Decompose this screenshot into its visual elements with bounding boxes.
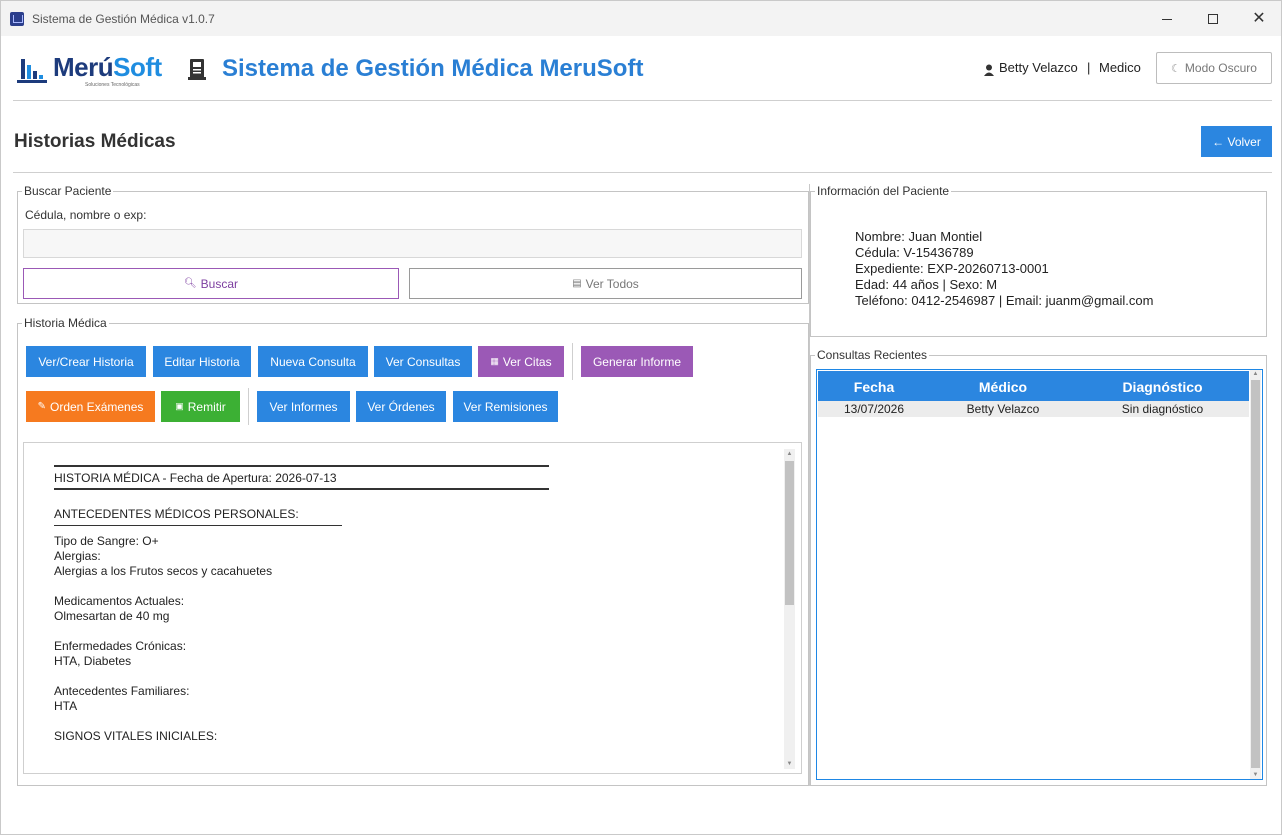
view-consultations-button[interactable]: Ver Consultas: [374, 346, 472, 377]
dark-mode-label: Modo Oscuro: [1184, 61, 1257, 75]
history-text: HISTORIA MÉDICA - Fecha de Apertura: 202…: [54, 463, 754, 744]
patient-age-sex: Edad: 44 años | Sexo: M: [855, 277, 998, 292]
table-scrollbar[interactable]: ▲ ▼: [1250, 370, 1261, 779]
page-title: Historias Médicas: [14, 131, 176, 152]
list-icon: ▤: [572, 278, 582, 289]
dark-mode-button[interactable]: ☾ Modo Oscuro: [1156, 52, 1272, 84]
medications-value: Olmesartan de 40 mg: [54, 609, 170, 623]
calendar-icon: ▦: [490, 356, 499, 366]
title-divider: [13, 172, 1272, 173]
consultations-table: Fecha Médico Diagnóstico 13/07/2026 Bett…: [816, 369, 1263, 780]
double-rule: [54, 488, 549, 490]
history-text-area[interactable]: HISTORIA MÉDICA - Fecha de Apertura: 202…: [23, 442, 802, 774]
history-group-label: Historia Médica: [22, 316, 109, 330]
user-icon: [984, 64, 994, 76]
patient-info: Nombre: Juan Montiel Cédula: V-15436789 …: [855, 229, 1153, 309]
order-exams-label: Orden Exámenes: [50, 399, 144, 414]
user-role: Medico: [1099, 60, 1141, 75]
search-group-label: Buscar Paciente: [22, 184, 114, 198]
moon-icon: ☾: [1171, 62, 1181, 75]
table-scroll-thumb[interactable]: [1251, 380, 1260, 768]
blood-type: Tipo de Sangre: O+: [54, 534, 159, 548]
order-exams-button[interactable]: ✎ Orden Exámenes: [26, 391, 155, 422]
header-divider: [13, 100, 1272, 101]
chronic-label: Enfermedades Crónicas:: [54, 639, 187, 653]
pencil-icon: ✎: [37, 401, 46, 412]
refer-label: Remitir: [187, 399, 226, 414]
family-label: Antecedentes Familiares:: [54, 684, 190, 698]
column-header-diagnosis[interactable]: Diagnóstico: [1076, 379, 1249, 395]
column-header-date[interactable]: Fecha: [818, 379, 930, 395]
app-window: Sistema de Gestión Médica v1.0.7 ✕ MerúS…: [0, 0, 1282, 835]
patient-contact: Teléfono: 0412-2546987 | Email: juanm@gm…: [855, 293, 1154, 308]
search-button[interactable]: 🔍︎ Buscar: [23, 268, 399, 299]
edit-history-button[interactable]: Editar Historia: [153, 346, 251, 377]
cell-doctor: Betty Velazco: [966, 402, 1040, 416]
minimize-button[interactable]: [1144, 5, 1190, 33]
generate-report-button[interactable]: Generar Informe: [581, 346, 693, 377]
cell-diagnosis: Sin diagnóstico: [1121, 402, 1204, 416]
scroll-down-icon: ▼: [786, 761, 793, 767]
scroll-up-icon: ▲: [786, 451, 793, 457]
minimize-icon: [1162, 18, 1172, 20]
refer-button[interactable]: ▣ Remitir: [161, 391, 240, 422]
app-icon: [10, 12, 24, 26]
app-title: Sistema de Gestión Médica MeruSoft: [222, 55, 644, 82]
history-heading: HISTORIA MÉDICA - Fecha de Apertura: 202…: [54, 471, 337, 485]
section-rule: [54, 525, 342, 526]
patient-group-label: Información del Paciente: [815, 184, 952, 198]
family-value: HTA: [54, 699, 78, 713]
logo-subtitle: Soluciones Tecnológicas: [85, 82, 140, 88]
merusoft-logo: MerúSoft Soluciones Tecnológicas: [17, 51, 163, 88]
search-button-label: Buscar: [200, 276, 239, 291]
app-header: MerúSoft Soluciones Tecnológicas Sistema…: [1, 36, 1281, 102]
history-scroll-thumb[interactable]: [785, 461, 794, 605]
patient-name: Nombre: Juan Montiel: [855, 229, 983, 244]
referral-icon: ▣: [175, 401, 184, 411]
title-bar: Sistema de Gestión Médica v1.0.7 ✕: [1, 1, 1281, 36]
medications-label: Medicamentos Actuales:: [54, 594, 185, 608]
view-all-label: Ver Todos: [585, 276, 639, 291]
consultations-group-label: Consultas Recientes: [815, 348, 930, 362]
medical-record-icon: [188, 59, 206, 80]
maximize-icon: [1208, 14, 1218, 24]
patient-record: Expediente: EXP-20260713-0001: [855, 261, 1049, 276]
magnifier-icon: 🔍︎: [183, 278, 197, 289]
close-button[interactable]: ✕: [1236, 5, 1282, 33]
table-header: Fecha Médico Diagnóstico: [818, 371, 1249, 401]
logo-mark-icon: [17, 59, 47, 83]
allergies-value: Alergias a los Frutos secos y cacahuetes: [54, 564, 273, 578]
allergies-label: Alergias:: [54, 549, 101, 563]
table-row[interactable]: 13/07/2026 Betty Velazco Sin diagnóstico: [818, 401, 1249, 417]
scroll-up-icon: ▲: [1252, 371, 1259, 377]
search-input[interactable]: [23, 229, 802, 258]
view-create-history-button[interactable]: Ver/Crear Historia: [26, 346, 146, 377]
maximize-button[interactable]: [1190, 5, 1236, 33]
window-title: Sistema de Gestión Médica v1.0.7: [32, 12, 215, 26]
user-separator: |: [1087, 60, 1091, 75]
double-rule: [54, 465, 549, 467]
logo-text: MerúSoft: [53, 52, 162, 82]
search-field-label: Cédula, nombre o exp:: [25, 208, 147, 222]
view-appointments-label: Ver Citas: [502, 354, 552, 369]
view-referrals-button[interactable]: Ver Remisiones: [453, 391, 558, 422]
button-separator: [572, 343, 573, 380]
view-appointments-button[interactable]: ▦ Ver Citas: [478, 346, 564, 377]
vitals-label: SIGNOS VITALES INICIALES:: [54, 729, 218, 743]
back-button[interactable]: ← Volver: [1201, 126, 1272, 157]
patient-cedula: Cédula: V-15436789: [855, 245, 974, 260]
close-icon: ✕: [1252, 10, 1266, 27]
view-orders-button[interactable]: Ver Órdenes: [356, 391, 446, 422]
button-separator: [248, 388, 249, 425]
view-all-button[interactable]: ▤ Ver Todos: [409, 268, 802, 299]
new-consultation-button[interactable]: Nueva Consulta: [258, 346, 368, 377]
history-scrollbar[interactable]: ▲ ▼: [784, 449, 795, 769]
scroll-down-icon: ▼: [1252, 772, 1259, 778]
view-reports-button[interactable]: Ver Informes: [257, 391, 350, 422]
chronic-value: HTA, Diabetes: [54, 654, 132, 668]
cell-date: 13/07/2026: [843, 402, 905, 416]
column-header-doctor[interactable]: Médico: [930, 379, 1076, 395]
personal-history-heading: ANTECEDENTES MÉDICOS PERSONALES:: [54, 507, 299, 521]
user-name: Betty Velazco: [999, 60, 1078, 75]
